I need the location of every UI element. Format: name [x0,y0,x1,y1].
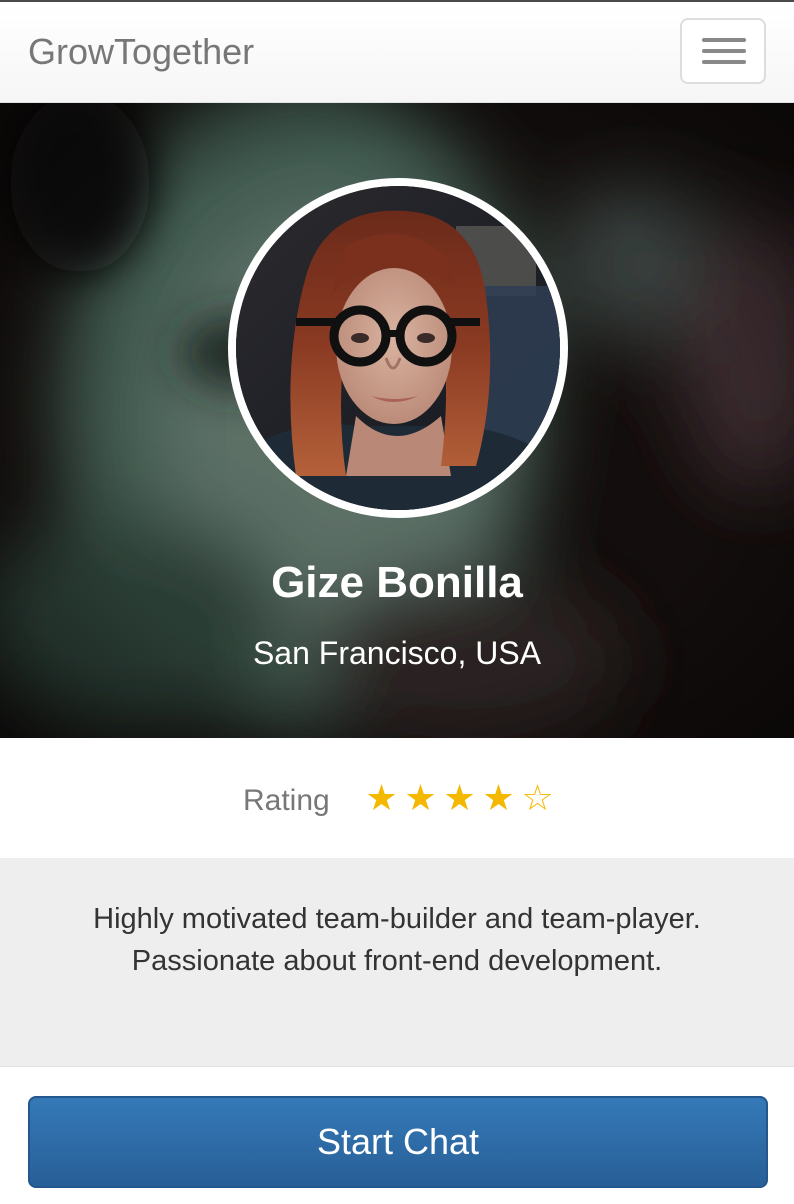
profile-name: Gize Bonilla [271,558,523,607]
star-icon: ★ [365,777,398,818]
start-chat-button[interactable]: Start Chat [28,1096,768,1188]
star-icon: ★ [404,777,437,818]
rating-label: Rating [243,784,330,817]
bio-section: Highly motivated team-builder and team-p… [0,858,794,1067]
navbar: GrowTogether [0,2,794,103]
profile-hero: Gize Bonilla San Francisco, USA [0,103,794,738]
avatar-photo [236,186,560,510]
rating-section: Rating ★ ★ ★ ★ ☆ [0,738,794,858]
hamburger-menu-button[interactable] [680,18,766,84]
brand-logo-text[interactable]: GrowTogether [28,30,254,74]
profile-location: San Francisco, USA [252,635,542,671]
bio-text: Highly motivated team-builder and team-p… [93,903,701,977]
star-outline-icon: ☆ [521,777,554,818]
star-icon: ★ [482,777,515,818]
profile-avatar[interactable] [228,178,568,518]
star-icon: ★ [443,777,476,818]
hamburger-menu-icon [702,38,746,42]
star-rating: ★ ★ ★ ★ ☆ [362,776,557,818]
